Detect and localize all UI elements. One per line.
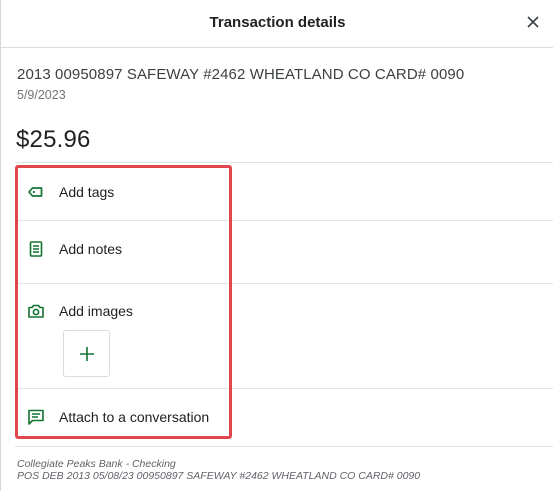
add-notes-label: Add notes: [59, 241, 123, 257]
add-tags-label: Add tags: [59, 184, 115, 200]
divider: [15, 220, 553, 221]
transaction-amount: $25.96: [16, 126, 91, 153]
add-notes-action[interactable]: Add notes: [27, 240, 122, 258]
chat-icon: [27, 408, 45, 426]
transaction-date: 5/9/2023: [17, 88, 66, 102]
dialog-header: Transaction details: [1, 0, 553, 48]
divider: [15, 283, 553, 284]
add-images-label: Add images: [59, 303, 133, 319]
plus-icon: [80, 347, 94, 361]
account-name: Collegiate Peaks Bank - Checking: [17, 458, 176, 470]
transaction-description: 2013 00950897 SAFEWAY #2462 WHEATLAND CO…: [17, 66, 465, 83]
divider: [15, 446, 553, 447]
divider: [15, 162, 553, 163]
tag-icon: [27, 183, 45, 201]
transaction-footer: Collegiate Peaks Bank - Checking POS DEB…: [17, 458, 420, 482]
transaction-details-dialog: Transaction details 2013 00950897 SAFEWA…: [0, 0, 553, 491]
add-tags-action[interactable]: Add tags: [27, 183, 114, 201]
camera-icon: [27, 302, 45, 320]
raw-description: POS DEB 2013 05/08/23 00950897 SAFEWAY #…: [17, 470, 421, 482]
divider: [15, 388, 553, 389]
add-images-action[interactable]: Add images: [27, 302, 133, 320]
attach-conversation-action[interactable]: Attach to a conversation: [27, 408, 209, 426]
attach-conversation-label: Attach to a conversation: [59, 409, 210, 425]
notes-icon: [27, 240, 45, 258]
add-image-button[interactable]: [63, 330, 110, 377]
dialog-title: Transaction details: [209, 14, 346, 31]
close-icon[interactable]: [524, 13, 542, 31]
